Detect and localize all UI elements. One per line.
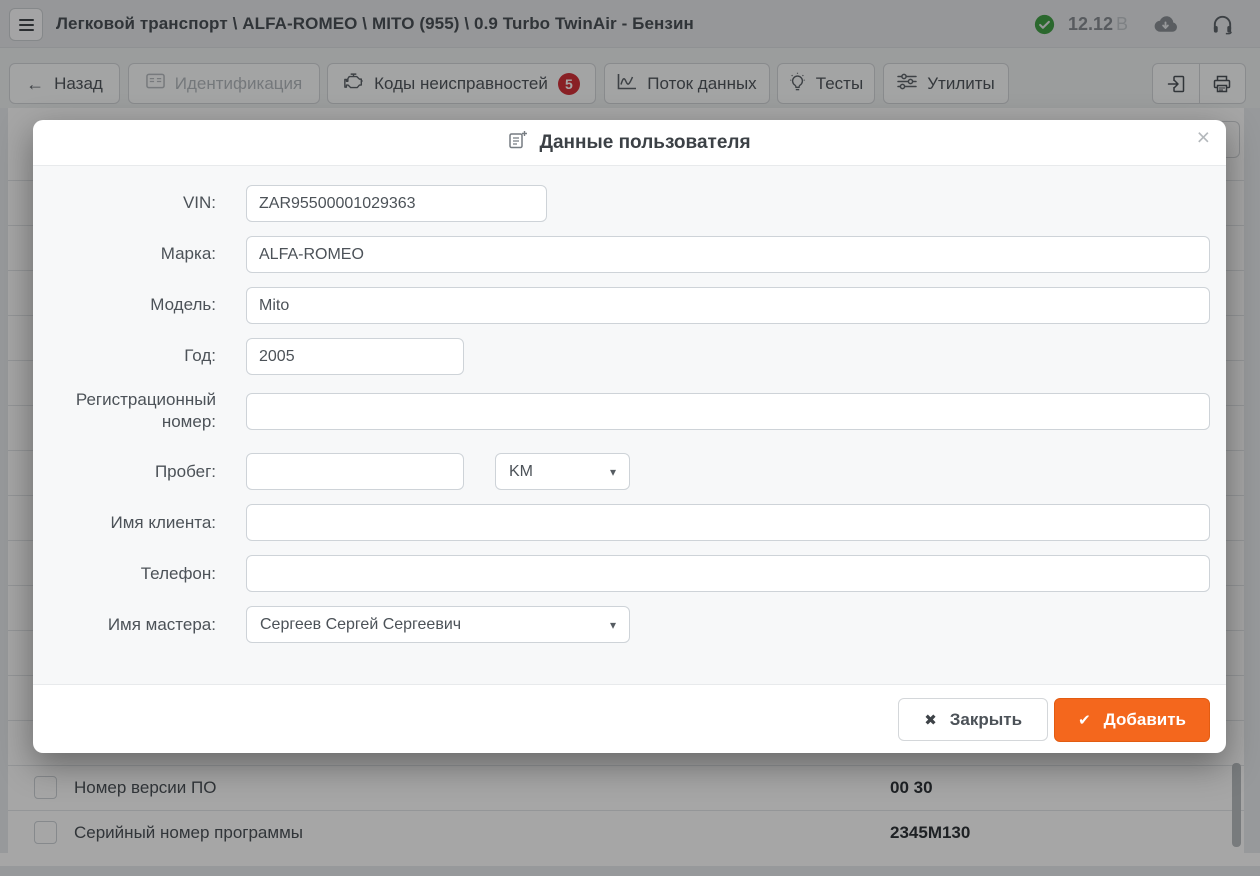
form-row-make: Марка: <box>49 236 1210 273</box>
year-input[interactable] <box>246 338 464 375</box>
user-data-modal: Данные пользователя × VIN: Марка: Модель… <box>33 120 1226 753</box>
close-icon[interactable]: × <box>1197 126 1210 149</box>
form-row-phone: Телефон: <box>49 555 1210 592</box>
check-icon: ✔ <box>1078 711 1091 729</box>
model-input[interactable] <box>246 287 1210 324</box>
form-row-client-name: Имя клиента: <box>49 504 1210 541</box>
document-plus-icon <box>508 130 528 155</box>
user-data-form: VIN: Марка: Модель: Год: Регистрационный… <box>33 165 1226 685</box>
close-modal-button[interactable]: ✖ Закрыть <box>898 698 1048 741</box>
mileage-input[interactable] <box>246 453 464 490</box>
form-row-year: Год: <box>49 338 1210 375</box>
modal-header: Данные пользователя × <box>33 120 1226 165</box>
close-button-label: Закрыть <box>950 710 1022 730</box>
modal-title: Данные пользователя <box>539 132 750 154</box>
add-button-label: Добавить <box>1104 710 1186 730</box>
form-row-mileage: Пробег: KM ▾ <box>49 453 1210 490</box>
form-row-reg-number: Регистрационный номер: <box>49 389 1210 433</box>
master-name-label: Имя мастера: <box>49 614 216 636</box>
mileage-label: Пробег: <box>49 461 216 483</box>
reg-number-label: Регистрационный номер: <box>49 389 216 433</box>
master-name-dropdown[interactable]: Сергеев Сергей Сергеевич ▾ <box>246 606 630 643</box>
make-label: Марка: <box>49 243 216 265</box>
chevron-down-icon: ▾ <box>610 465 616 479</box>
mileage-unit-dropdown[interactable]: KM ▾ <box>495 453 630 490</box>
modal-footer: ✖ Закрыть ✔ Добавить <box>33 685 1226 751</box>
vin-label: VIN: <box>49 192 216 214</box>
app-window: Легковой транспорт \ ALFA-ROMEO \ MITO (… <box>0 0 1260 876</box>
phone-label: Телефон: <box>49 563 216 585</box>
year-label: Год: <box>49 345 216 367</box>
form-row-model: Модель: <box>49 287 1210 324</box>
make-input[interactable] <box>246 236 1210 273</box>
vin-input[interactable] <box>246 185 547 222</box>
master-name-value: Сергеев Сергей Сергеевич <box>260 616 461 634</box>
mileage-unit-value: KM <box>509 463 533 481</box>
client-name-label: Имя клиента: <box>49 512 216 534</box>
form-row-vin: VIN: <box>49 185 1210 222</box>
chevron-down-icon: ▾ <box>610 618 616 632</box>
client-name-input[interactable] <box>246 504 1210 541</box>
reg-number-input[interactable] <box>246 393 1210 430</box>
x-icon: ✖ <box>924 711 937 729</box>
form-row-master-name: Имя мастера: Сергеев Сергей Сергеевич ▾ <box>49 606 1210 643</box>
phone-input[interactable] <box>246 555 1210 592</box>
model-label: Модель: <box>49 294 216 316</box>
add-button[interactable]: ✔ Добавить <box>1054 698 1210 742</box>
